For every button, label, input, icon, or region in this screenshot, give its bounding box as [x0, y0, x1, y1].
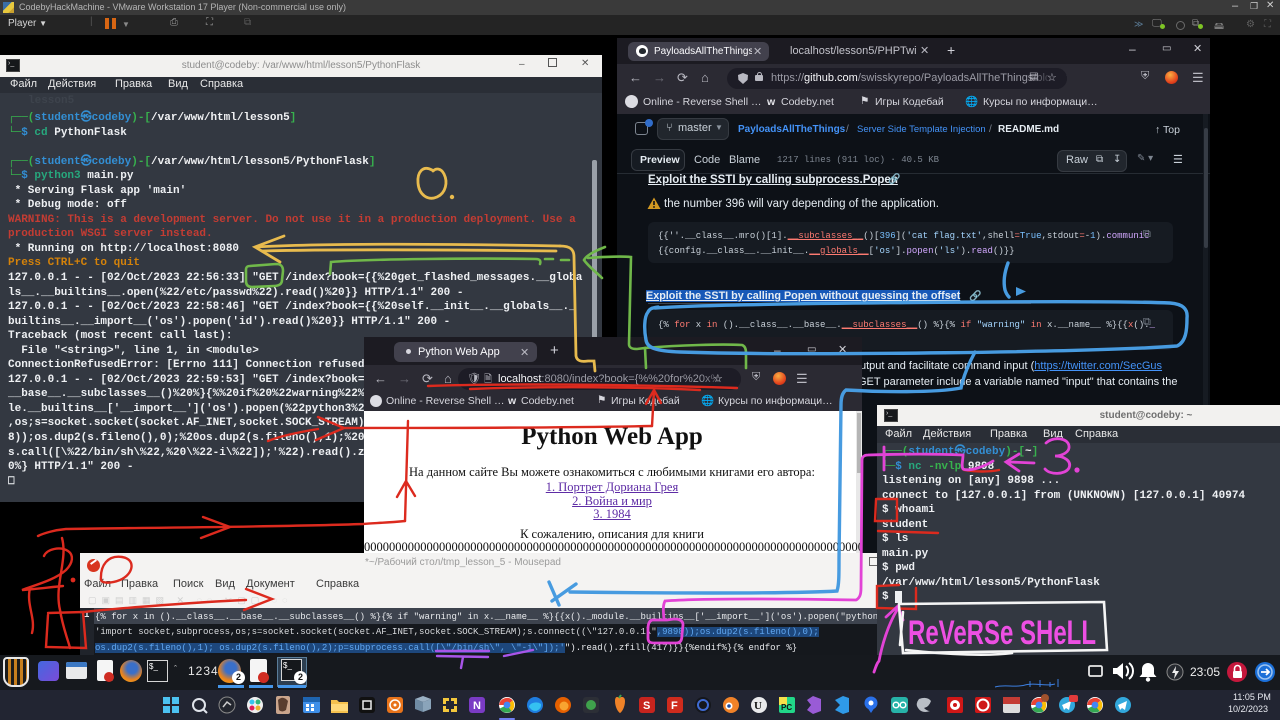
svg-text:F: F	[671, 700, 678, 712]
svg-text:U: U	[754, 700, 762, 712]
svg-text:PC: PC	[781, 703, 792, 712]
svg-text:S: S	[643, 700, 650, 712]
svg-text:11:05 PM: 11:05 PM	[1233, 692, 1271, 702]
svg-text:N: N	[473, 700, 481, 712]
svg-text:10/2/2023: 10/2/2023	[1228, 704, 1268, 714]
svg-text:ReVeRSe SHeLL: ReVeRSe SHeLL	[908, 614, 1096, 652]
